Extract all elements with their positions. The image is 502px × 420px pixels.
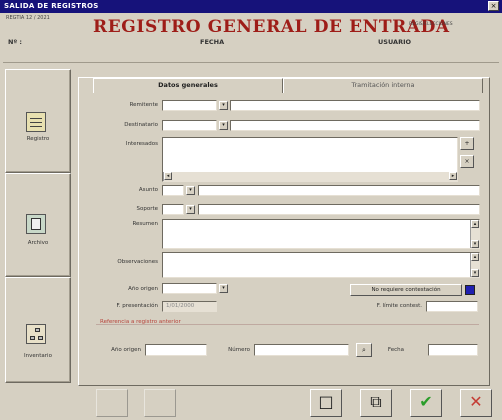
new-window-icon: □	[318, 392, 334, 411]
date-label: FECHA	[200, 38, 225, 46]
soporte-label: Soporte	[136, 206, 158, 212]
soporte-input[interactable]	[198, 204, 480, 215]
ref-fecha-input[interactable]	[428, 344, 478, 356]
destinatario-dropdown[interactable]: ▾	[219, 121, 228, 130]
accept-button[interactable]: ✔	[410, 389, 442, 417]
asunto-input[interactable]	[198, 185, 480, 196]
interesados-label: Interesados	[125, 141, 158, 147]
duplicate-icon: ⧉	[370, 392, 382, 411]
sidebar-item-label: Inventario	[24, 353, 52, 359]
remove-interesado-button[interactable]: ×	[460, 155, 474, 168]
sidebar-item-label: Registro	[26, 136, 50, 142]
ref-numero-label: Número	[228, 347, 250, 353]
header-divider	[3, 62, 499, 63]
no-requiere-checkbox[interactable]	[465, 285, 475, 295]
destinatario-code-input[interactable]	[162, 120, 217, 131]
remitente-input[interactable]	[230, 100, 480, 111]
add-interesado-button[interactable]: +	[460, 137, 474, 150]
ano-origen-dropdown[interactable]: ▾	[219, 284, 228, 293]
referencia-divider	[96, 324, 479, 325]
vertical-scrollbar[interactable]: ▴ ▾	[470, 220, 479, 248]
scroll-up-icon[interactable]: ▴	[471, 253, 479, 261]
remitente-code-input[interactable]	[162, 100, 217, 111]
number-label: Nº :	[8, 38, 22, 46]
sidebar-item-registro[interactable]: Registro	[5, 69, 71, 173]
tab-tramitacion-interna[interactable]: Tramitación interna	[283, 78, 483, 93]
form-code: REGTIA 12 / 2021	[6, 15, 50, 21]
soporte-code-input[interactable]	[162, 204, 184, 215]
title-bar: SALIDA DE REGISTROS ×	[0, 0, 502, 13]
f-presentacion-input[interactable]: 1/01/2000	[162, 301, 217, 312]
duplicate-button[interactable]: ⧉	[360, 389, 392, 417]
sidebar-item-inventario[interactable]: Inventario	[5, 277, 71, 383]
soporte-dropdown[interactable]: ▾	[186, 205, 195, 214]
scroll-up-icon[interactable]: ▴	[471, 220, 479, 228]
archive-icon	[26, 214, 46, 234]
register-icon	[26, 112, 46, 132]
scroll-right-icon[interactable]: ▸	[449, 172, 457, 180]
tab-datos-generales[interactable]: Datos generales	[93, 78, 283, 93]
remitente-label: Remitente	[129, 102, 158, 108]
resumen-textarea[interactable]: ▴ ▾	[162, 219, 480, 249]
ano-origen-input[interactable]	[162, 283, 217, 294]
sidebar-item-label: Archivo	[27, 240, 49, 246]
resumen-label: Resumen	[132, 221, 158, 227]
ref-numero-input[interactable]	[254, 344, 349, 356]
horizontal-scrollbar[interactable]: ◂ ▸	[163, 172, 457, 181]
ref-ano-input[interactable]	[145, 344, 207, 356]
scroll-left-icon[interactable]: ◂	[164, 172, 172, 180]
cancel-icon: ✕	[469, 392, 483, 411]
search-button[interactable]: ⌕	[356, 343, 372, 357]
asunto-label: Asunto	[138, 187, 158, 193]
sidebar-item-archivo[interactable]: Archivo	[5, 173, 71, 277]
no-requiere-contestacion-button[interactable]: No requiere contestación	[350, 284, 462, 296]
ano-origen-label: Año origen	[128, 286, 158, 292]
cancel-button[interactable]: ✕	[460, 389, 492, 417]
sidebar: Registro Archivo Inventario	[5, 69, 71, 389]
check-icon: ✔	[419, 392, 433, 411]
interesados-list[interactable]: ◂ ▸	[162, 137, 458, 182]
f-presentacion-label: F. presentación	[116, 303, 158, 309]
remitente-dropdown[interactable]: ▾	[219, 101, 228, 110]
search-icon: ⌕	[362, 346, 366, 354]
observaciones-label: Observaciones	[117, 259, 158, 265]
user-label: USUARIO	[378, 38, 412, 46]
ref-ano-label: Año origen	[111, 347, 141, 353]
page-title: REGISTRO GENERAL DE ENTRADA	[93, 17, 450, 37]
header-right-code: REGIS/ELECCIONES	[409, 22, 453, 27]
blank-button[interactable]	[96, 389, 128, 417]
destinatario-label: Destinatario	[124, 122, 158, 128]
close-button[interactable]: ×	[488, 1, 499, 11]
new-window-button[interactable]: □	[310, 389, 342, 417]
ref-fecha-label: Fecha	[387, 347, 404, 353]
scroll-down-icon[interactable]: ▾	[471, 269, 479, 277]
window-title: SALIDA DE REGISTROS	[4, 2, 99, 10]
vertical-scrollbar[interactable]: ▴ ▾	[470, 253, 479, 277]
tree-icon	[26, 324, 46, 344]
scroll-down-icon[interactable]: ▾	[471, 240, 479, 248]
f-limite-label: F. límite contest.	[376, 303, 422, 309]
asunto-code-input[interactable]	[162, 185, 184, 196]
asunto-dropdown[interactable]: ▾	[186, 186, 195, 195]
f-limite-input[interactable]	[426, 301, 478, 312]
copy-button[interactable]	[144, 389, 176, 417]
destinatario-input[interactable]	[230, 120, 480, 131]
observaciones-textarea[interactable]: ▴ ▾	[162, 252, 480, 278]
